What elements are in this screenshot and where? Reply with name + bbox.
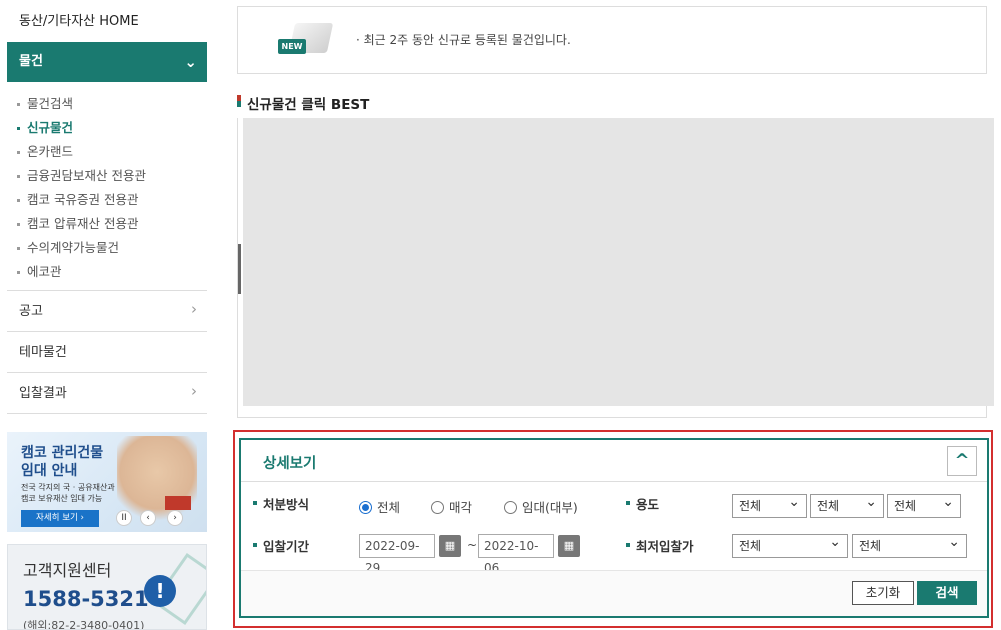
sidebar-item-label: 테마물건 — [19, 345, 67, 360]
banner-desc: 전국 각지의 국 · 공유재산과 캠코 보유재산 임대 가능 — [21, 483, 115, 503]
best-items-panel — [237, 118, 994, 418]
sidebar-section-label: 물건 — [19, 54, 43, 69]
sidebar-item-label: 입찰결과 — [19, 386, 67, 401]
notice-text: · 최근 2주 동안 신규로 등록된 물건입니다. — [356, 33, 571, 47]
calendar-icon[interactable]: ▦ — [439, 535, 461, 557]
sidebar-subnav: 물건검색 신규물건 온카랜드 금융권담보재산 전용관 캠코 국유증권 전용관 캠… — [7, 82, 207, 291]
prev-icon[interactable]: ‹ — [140, 510, 156, 526]
sidebar-section-items[interactable]: 물건 ⌄ — [7, 42, 207, 82]
min-price-select-2[interactable]: 전체 — [852, 531, 967, 558]
radio-dot — [504, 501, 517, 514]
radio-sale[interactable]: 매각 — [431, 497, 472, 516]
sidebar-item-finance[interactable]: 금융권담보재산 전용관 — [17, 164, 207, 188]
date-separator: ~ — [467, 538, 478, 552]
sidebar-item-theme[interactable]: 테마물건 — [7, 332, 207, 373]
best-items-placeholder — [243, 118, 994, 406]
filter-row-period: 입찰기간 2022-09-29 ▦ ~ 2022-10-06 ▦ 최저입찰가 전… — [241, 531, 987, 575]
new-box-icon: NEW — [278, 19, 334, 63]
house-illustration — [165, 496, 191, 510]
usage-select-3[interactable]: 전체 — [887, 491, 961, 518]
new-badge: NEW — [278, 39, 306, 54]
reset-button[interactable]: 초기화 — [852, 581, 914, 605]
sidebar-item-securities[interactable]: 캠코 국유증권 전용관 — [17, 188, 207, 212]
usage-label: 용도 — [626, 494, 659, 513]
chevron-right-icon: › — [191, 300, 197, 318]
search-button[interactable]: 검색 — [917, 581, 977, 605]
detail-actions: 초기화 검색 — [241, 570, 987, 616]
sidebar-item-notice[interactable]: 공고 › — [7, 291, 207, 332]
usage-select-2[interactable]: 전체 — [810, 491, 884, 518]
detail-title: 상세보기 — [263, 456, 317, 472]
support-title: 고객지원센터 — [23, 561, 112, 580]
new-items-notice: NEW · 최근 2주 동안 신규로 등록된 물건입니다. — [237, 6, 987, 74]
banner-title: 캠코 관리건물 임대 안내 — [21, 445, 104, 479]
customer-support-box[interactable]: 고객지원센터 1588-5321 ! (해외:82-2-3480-0401) — [7, 544, 207, 630]
scrollbar[interactable] — [238, 244, 241, 294]
chevron-down-icon: ⌄ — [184, 53, 197, 71]
filter-row-disposal: 처분방식 전체 매각 임대(대부) 용도 전체 전체 전체 — [241, 491, 987, 522]
sidebar-item-results[interactable]: 입찰결과 › — [7, 373, 207, 414]
detail-header: 상세보기 ^ — [241, 440, 987, 482]
pause-icon[interactable]: II — [116, 510, 132, 526]
support-phone: 1588-5321 — [23, 587, 149, 611]
radio-dot — [431, 501, 444, 514]
best-section-title: 신규물건 클릭 BEST — [237, 93, 369, 113]
radio-all[interactable]: 전체 — [359, 497, 400, 516]
sidebar-item-search[interactable]: 물건검색 — [17, 92, 207, 116]
detail-search-panel: 상세보기 ^ 처분방식 전체 매각 임대(대부) 용도 전체 전체 전체 입찰기… — [239, 438, 989, 618]
collapse-toggle-button[interactable]: ^ — [947, 446, 977, 476]
chevron-right-icon: › — [191, 382, 197, 400]
sidebar-item-label: 공고 — [19, 304, 43, 319]
support-overseas: (해외:82-2-3480-0401) — [23, 619, 145, 630]
min-price-label: 최저입찰가 — [626, 536, 694, 555]
radio-dot — [359, 501, 372, 514]
min-price-select-1[interactable]: 전체 — [732, 531, 848, 558]
rental-banner[interactable]: 캠코 관리건물 임대 안내 전국 각지의 국 · 공유재산과 캠코 보유재산 임… — [7, 432, 207, 532]
sidebar-item-contract[interactable]: 수의계약가능물건 — [17, 236, 207, 260]
end-date-input[interactable]: 2022-10-06 — [478, 534, 554, 575]
banner-detail-button[interactable]: 자세히 보기 › — [21, 510, 99, 527]
disposal-label: 처분방식 — [253, 494, 309, 513]
usage-select-1[interactable]: 전체 — [732, 491, 807, 518]
detail-search-highlight: 상세보기 ^ 처분방식 전체 매각 임대(대부) 용도 전체 전체 전체 입찰기… — [233, 430, 993, 628]
radio-lease[interactable]: 임대(대부) — [504, 497, 578, 516]
sidebar-item-oncaland[interactable]: 온카랜드 — [17, 140, 207, 164]
period-label: 입찰기간 — [253, 536, 309, 555]
sidebar-item-new[interactable]: 신규물건 — [17, 116, 207, 140]
sidebar-item-seized[interactable]: 캠코 압류재산 전용관 — [17, 212, 207, 236]
chevron-up-icon: ^ — [954, 450, 970, 471]
next-icon[interactable]: › — [167, 510, 183, 526]
start-date-input[interactable]: 2022-09-29 — [359, 534, 435, 575]
calendar-icon[interactable]: ▦ — [558, 535, 580, 557]
question-icon: ! — [144, 575, 176, 607]
sidebar-item-eco[interactable]: 에코관 — [17, 260, 207, 284]
sidebar-home-link[interactable]: 동산/기타자산 HOME — [7, 0, 207, 42]
sidebar: 동산/기타자산 HOME 물건 ⌄ 물건검색 신규물건 온카랜드 금융권담보재산… — [7, 0, 207, 414]
